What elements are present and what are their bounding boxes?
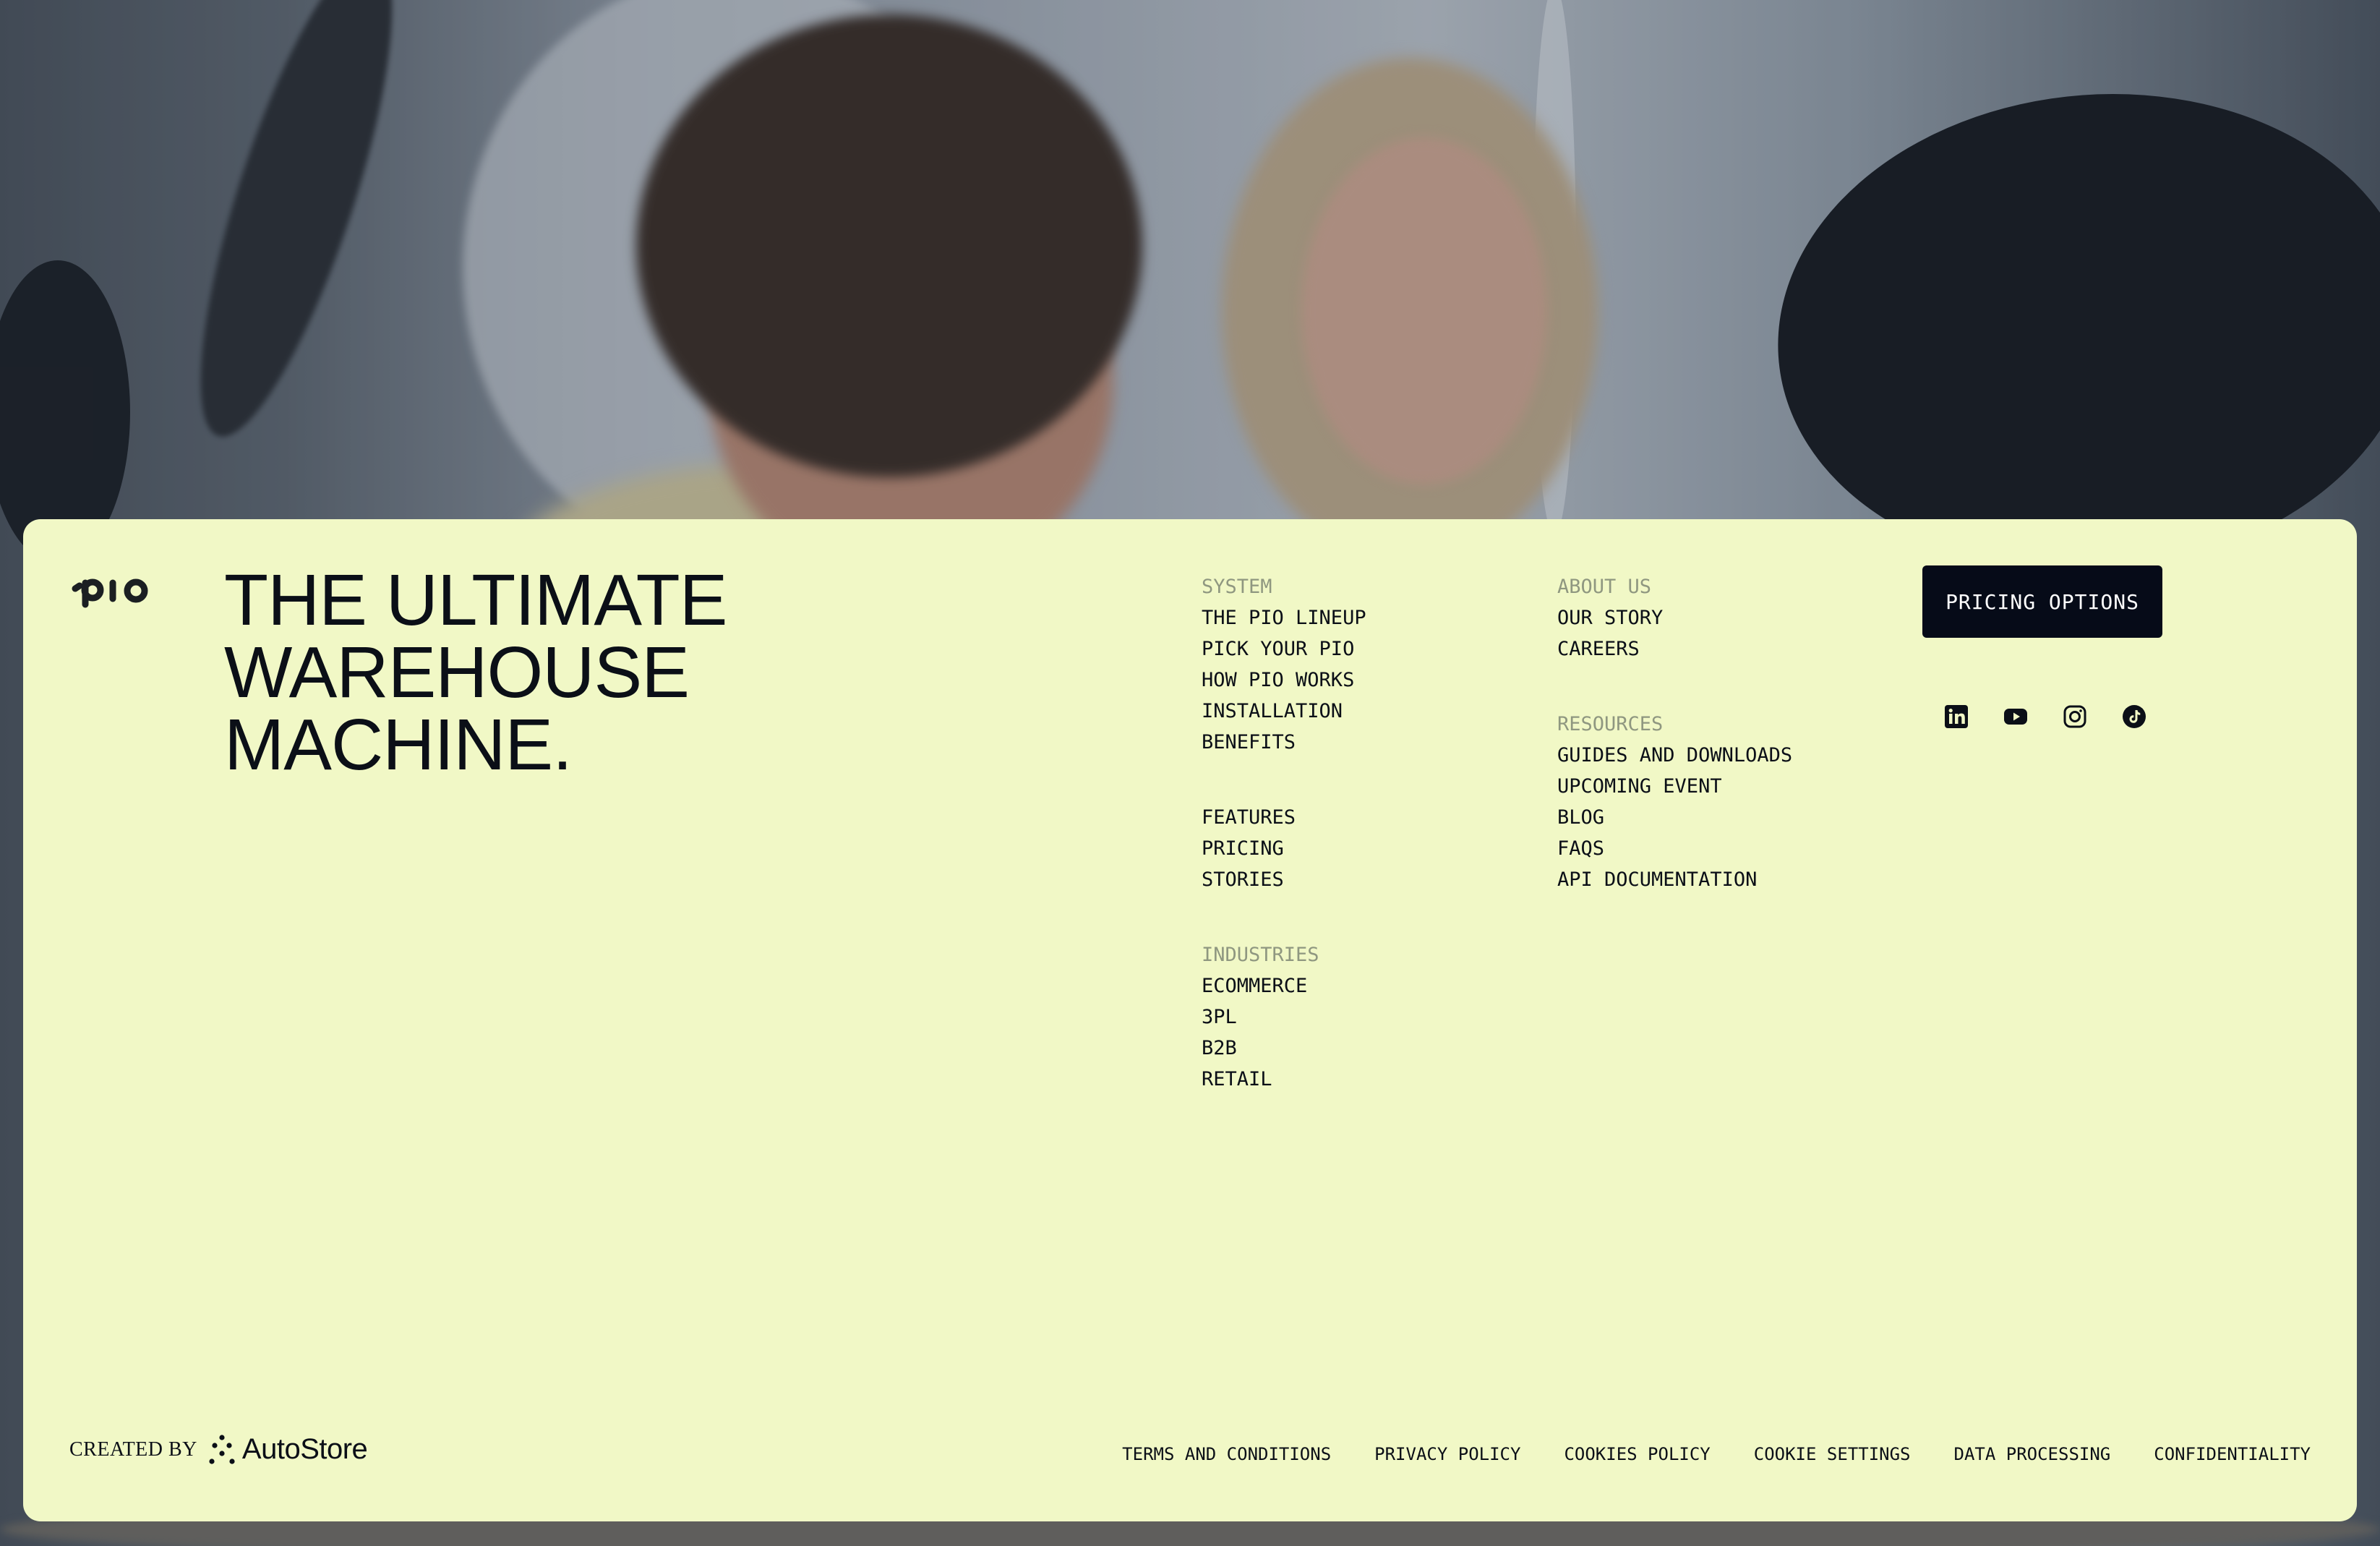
nav-link-benefits[interactable]: BENEFITS	[1202, 727, 1366, 758]
legal-link-cookies-policy[interactable]: COOKIES POLICY	[1564, 1443, 1710, 1465]
footer-panel: THE ULTIMATE WAREHOUSE MACHINE. SYSTEM T…	[23, 519, 2357, 1521]
nav-heading-industries: INDUSTRIES	[1202, 944, 1319, 966]
nav-link-how-pio-works[interactable]: HOW PIO WORKS	[1202, 665, 1366, 696]
instagram-icon[interactable]	[2063, 704, 2087, 729]
nav-link-3pl[interactable]: 3PL	[1202, 1002, 1366, 1033]
headline-line-3: MACHINE.	[224, 704, 573, 785]
nav-link-features[interactable]: FEATURES	[1202, 802, 1366, 833]
nav-link-our-story[interactable]: OUR STORY	[1557, 602, 1792, 633]
nav-link-retail[interactable]: RETAIL	[1202, 1064, 1366, 1095]
nav-heading-resources: RESOURCES	[1557, 713, 1664, 735]
legal-link-data-processing[interactable]: DATA PROCESSING	[1954, 1443, 2111, 1465]
legal-link-confidentiality[interactable]: CONFIDENTIALITY	[2154, 1443, 2311, 1465]
headline-line-2: WAREHOUSE	[224, 632, 690, 713]
headline-line-1: THE ULTIMATE	[224, 560, 727, 641]
nav-link-ecommerce[interactable]: ECOMMERCE	[1202, 970, 1366, 1002]
autostore-link[interactable]: AutoStore	[242, 1433, 368, 1466]
legal-link-cookie-settings[interactable]: COOKIE SETTINGS	[1754, 1443, 1911, 1465]
legal-links: TERMS AND CONDITIONS PRIVACY POLICY COOK…	[1122, 1443, 2311, 1465]
created-by: CREATED BY AutoStore	[69, 1433, 368, 1466]
linkedin-icon[interactable]	[1944, 704, 1969, 729]
nav-link-blog[interactable]: BLOG	[1557, 802, 1792, 833]
nav-link-pick-your-pio[interactable]: PICK YOUR PIO	[1202, 633, 1366, 665]
nav-link-upcoming-event[interactable]: UPCOMING EVENT	[1557, 771, 1792, 802]
nav-link-pricing[interactable]: PRICING	[1202, 833, 1366, 864]
autostore-logo-icon	[209, 1434, 235, 1464]
nav-heading-about-us: ABOUT US	[1557, 576, 1652, 598]
tiktok-icon[interactable]	[2122, 704, 2146, 729]
youtube-icon[interactable]	[2003, 704, 2028, 729]
legal-link-privacy[interactable]: PRIVACY POLICY	[1374, 1443, 1520, 1465]
nav-link-pio-lineup[interactable]: THE PIO LINEUP	[1202, 602, 1366, 633]
nav-column-about: ABOUT US OUR STORY CAREERS RESOURCES GUI…	[1557, 571, 1792, 895]
pricing-options-button[interactable]: PRICING OPTIONS	[1922, 565, 2162, 638]
nav-link-careers[interactable]: CAREERS	[1557, 633, 1792, 665]
nav-link-api-documentation[interactable]: API DOCUMENTATION	[1557, 864, 1792, 895]
nav-link-installation[interactable]: INSTALLATION	[1202, 696, 1366, 727]
nav-link-stories[interactable]: STORIES	[1202, 864, 1366, 895]
nav-link-guides-downloads[interactable]: GUIDES AND DOWNLOADS	[1557, 740, 1792, 771]
created-by-label: CREATED BY	[69, 1438, 197, 1461]
nav-link-faqs[interactable]: FAQS	[1557, 833, 1792, 864]
legal-link-terms[interactable]: TERMS AND CONDITIONS	[1122, 1443, 1331, 1465]
page-headline: THE ULTIMATE WAREHOUSE MACHINE.	[224, 564, 875, 781]
nav-heading-system: SYSTEM	[1202, 576, 1272, 598]
nav-link-b2b[interactable]: B2B	[1202, 1033, 1366, 1064]
nav-column-system: SYSTEM THE PIO LINEUP PICK YOUR PIO HOW …	[1202, 571, 1366, 1095]
pio-logo[interactable]	[69, 567, 156, 610]
